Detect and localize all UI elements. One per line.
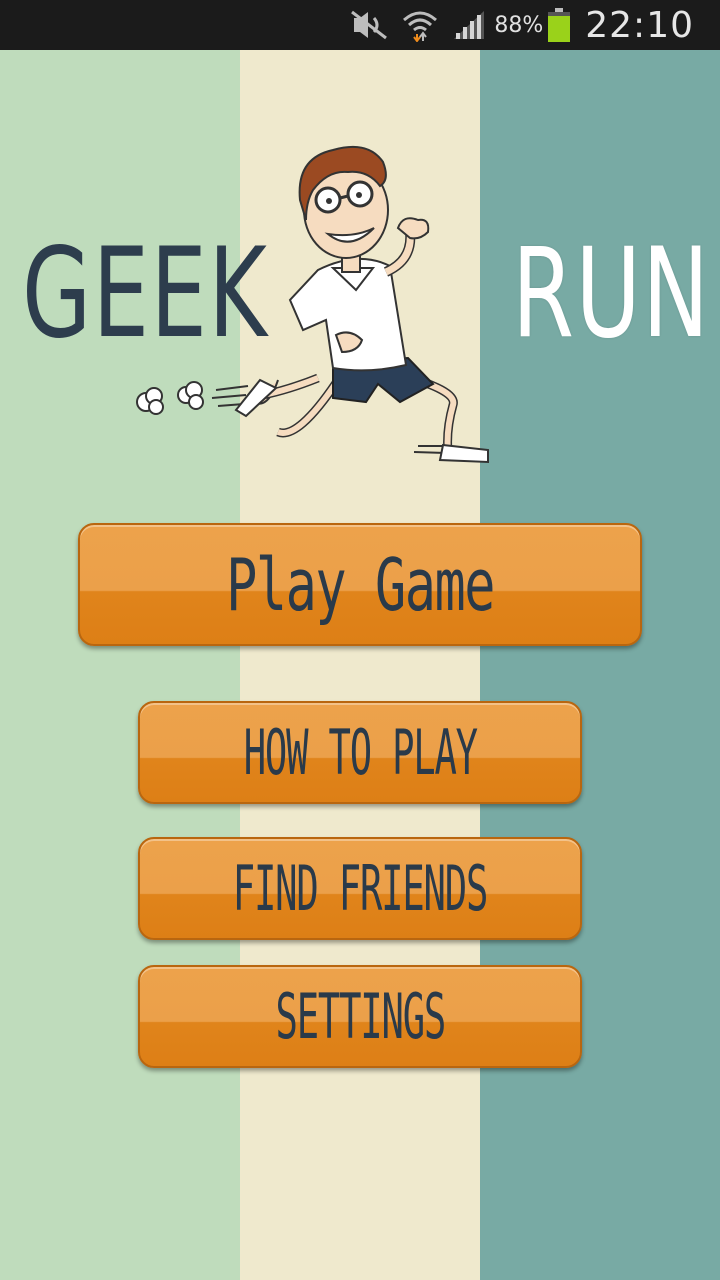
battery-percent: 88% [494, 12, 544, 38]
settings-label: SETTINGS [275, 980, 446, 1053]
wifi-icon [402, 8, 438, 42]
settings-button[interactable]: SETTINGS [138, 965, 582, 1068]
signal-icon [452, 9, 486, 41]
find-friends-label: FIND FRIENDS [232, 852, 489, 925]
play-game-label: Play Game [226, 542, 495, 627]
find-friends-button[interactable]: FIND FRIENDS [138, 837, 582, 940]
mute-icon [350, 10, 388, 40]
title-run: RUN [512, 222, 711, 366]
how-to-play-label: HOW TO PLAY [243, 716, 477, 789]
how-to-play-button[interactable]: HOW TO PLAY [138, 701, 582, 804]
status-bar: 88% 22:10 [0, 0, 720, 50]
play-game-button[interactable]: Play Game [78, 523, 642, 646]
dust-puff-icon [136, 381, 204, 415]
clock: 22:10 [585, 4, 694, 46]
running-geek-mascot [136, 146, 489, 464]
battery-icon [547, 7, 571, 43]
